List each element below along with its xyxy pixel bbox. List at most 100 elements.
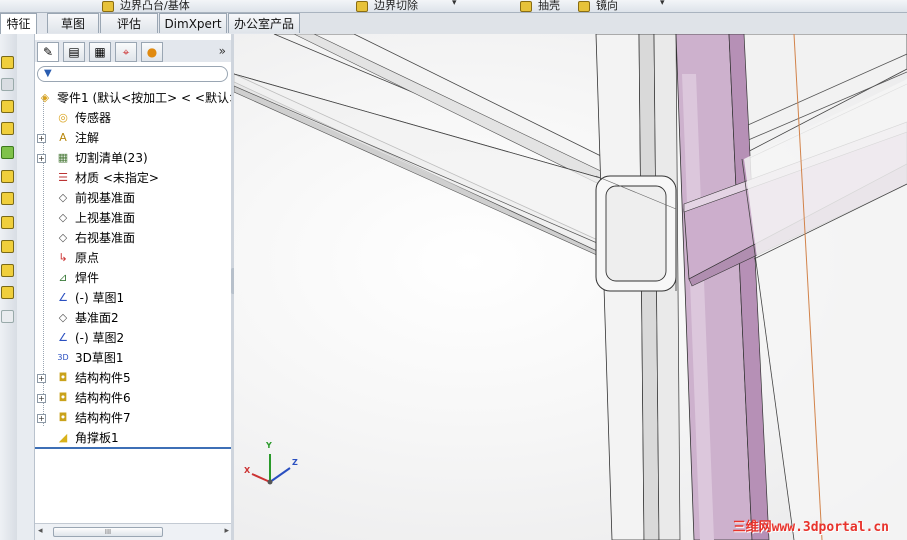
zoom-to-area-icon[interactable]: ⊙ [680, 34, 691, 38]
triad-z-label: Z [292, 458, 298, 467]
cutlist-icon: ▦ [57, 151, 69, 164]
tree-item-label: 注解 [75, 131, 100, 145]
appearance-icon[interactable]: ● [844, 34, 855, 38]
horizontal-scrollbar[interactable]: ◂ III ▸ [35, 523, 232, 540]
toolbar-shell[interactable]: 抽壳 [520, 0, 560, 12]
boundary-cut-icon [356, 0, 368, 12]
boundary-boss-icon [102, 0, 114, 12]
tree-item-label: 结构构件7 [75, 411, 131, 425]
tree-item-label: (-) 草图2 [75, 331, 125, 345]
hole-icon[interactable] [1, 286, 14, 299]
tree-item-label: 3D草图1 [75, 351, 124, 365]
shell-icon [520, 0, 532, 12]
scene-icon[interactable]: ◒ [866, 34, 877, 38]
dimxpert-manager-tab-icon[interactable]: ⌖ [115, 42, 137, 62]
expand-icon[interactable]: + [37, 374, 46, 383]
display-style-icon[interactable]: ◰ [780, 34, 792, 38]
triad-x-label: X [244, 466, 251, 475]
expand-icon[interactable]: + [37, 394, 46, 403]
property-manager-tab-icon[interactable]: ▤ [63, 42, 85, 62]
weldment-icon: ⊿ [58, 271, 68, 284]
tree-item-label: 切割清单(23) [75, 151, 148, 165]
feature-tree-tab-icon[interactable]: ✎ [37, 42, 59, 62]
triad-axes-icon [251, 454, 291, 485]
zoom-to-fit-icon[interactable]: ⊕ [656, 34, 667, 38]
collapse-panel-icon[interactable]: » [219, 44, 226, 58]
configuration-manager-tab-icon[interactable]: ▦ [89, 42, 111, 62]
expand-icon[interactable]: + [37, 134, 46, 143]
mirror-icon [578, 0, 590, 12]
tree-item-label: 焊件 [75, 271, 100, 285]
structural-member-icon: ◘ [58, 371, 68, 384]
origin-icon: ↳ [58, 251, 68, 264]
tab-dimxpert[interactable]: DimXpert [159, 13, 227, 33]
sketch-icon: ∠ [58, 331, 68, 344]
tree-item-label: 右视基准面 [75, 231, 136, 245]
view-settings-icon[interactable]: ▾ [888, 34, 895, 38]
structural-member-icon: ◘ [58, 411, 68, 424]
reference-geometry-icon[interactable] [1, 310, 14, 323]
hide-show-items-icon[interactable]: ∞ [808, 34, 819, 38]
tree-item-label: 结构构件6 [75, 391, 131, 405]
chevron-down-icon[interactable]: ▾ [452, 0, 457, 8]
tab-features[interactable]: 特征 [0, 13, 37, 34]
toolbar-mirror[interactable]: 镜向 [578, 0, 618, 12]
plane-icon: ◇ [58, 211, 68, 224]
expand-icon[interactable]: + [37, 154, 46, 163]
display-manager-tab-icon[interactable]: ● [141, 42, 163, 62]
tree-filter-input[interactable]: ▼ [37, 66, 228, 82]
revolved-boss-icon[interactable] [1, 78, 14, 91]
swept-boss-icon[interactable] [1, 100, 14, 113]
part-icon: ◈ [40, 91, 50, 104]
feature-manager: ✎ ▤ ▦ ⌖ ● » ▼ ◈ 零件1 (默认<按加工> < <默认> ◎ 传感器… [34, 34, 239, 540]
previous-view-icon[interactable]: ↶ [702, 34, 713, 38]
plane-icon: ◇ [58, 191, 68, 204]
watermark: 三维网www.3dportal.cn [732, 520, 889, 535]
annotation-icon: A [59, 131, 67, 144]
view-orientation-icon[interactable]: ▣ [752, 34, 764, 38]
toolbar-boundary-cut[interactable]: 边界切除 [356, 0, 418, 12]
chevron-down-icon[interactable]: ▾ [660, 0, 665, 8]
structural-member-icon: ◘ [58, 391, 68, 404]
tree-item-label: 结构构件5 [75, 371, 131, 385]
scroll-right-icon[interactable]: ▸ [224, 526, 229, 536]
sensor-icon: ◎ [58, 111, 68, 124]
sketch-icon: ∠ [58, 291, 68, 304]
tree-item-label: 原点 [75, 251, 100, 265]
3dsketch-icon: 3D [57, 353, 69, 362]
graphics-viewport[interactable]: ⊕ ⊙ ↶ ◧ ▣ ◰ ∞ ● ◒ ▾ Y X Z 三维网www.3dporta… [234, 34, 907, 540]
tree-item-label: 前视基准面 [75, 191, 136, 205]
feature-manager-panel: ✎ ▤ ▦ ⌖ ● » ▼ ◈ 零件1 (默认<按加工> < <默认> ◎ 传感器… [17, 34, 239, 540]
tree-item-label: 基准面2 [75, 311, 119, 325]
tree-item-label: 上视基准面 [75, 211, 136, 225]
expand-icon[interactable]: + [37, 414, 46, 423]
tab-evaluate[interactable]: 评估 [100, 13, 158, 33]
scroll-thumb[interactable]: III [53, 527, 163, 537]
tab-office-products[interactable]: 办公室产品 [228, 13, 300, 33]
toolbar-boundary-boss[interactable]: 边界凸台/基体 [102, 0, 190, 12]
section-view-icon[interactable]: ◧ [728, 34, 740, 38]
model-geometry [234, 34, 907, 540]
draft-icon[interactable] [1, 216, 14, 229]
plane-icon: ◇ [58, 311, 68, 324]
chamfer-icon[interactable] [1, 170, 14, 183]
extruded-boss-icon[interactable] [1, 56, 14, 69]
gusset-icon: ◢ [58, 431, 68, 444]
command-tabs: 特征 草图 评估 DimXpert 办公室产品 [0, 13, 300, 34]
scroll-left-icon[interactable]: ◂ [38, 526, 43, 536]
rib-icon[interactable] [1, 192, 14, 205]
left-command-strip [0, 34, 18, 540]
lofted-boss-icon[interactable] [1, 122, 14, 135]
shell-icon[interactable] [1, 240, 14, 253]
reference-triad: Y X Z [244, 441, 304, 494]
tree-item-label: 传感器 [75, 111, 112, 125]
plane-icon: ◇ [58, 231, 68, 244]
fillet-icon[interactable] [1, 146, 14, 159]
tab-sketch[interactable]: 草图 [47, 13, 99, 33]
triad-y-label: Y [266, 441, 272, 450]
top-toolbar: 边界凸台/基体 边界切除 ▾ 抽壳 镜向 ▾ [0, 0, 907, 13]
pattern-icon[interactable] [1, 264, 14, 277]
tree-item-label: 材质 <未指定> [75, 171, 159, 185]
tree-item-label: (-) 草图1 [75, 291, 125, 305]
tree-rollback-bar[interactable] [35, 447, 232, 449]
